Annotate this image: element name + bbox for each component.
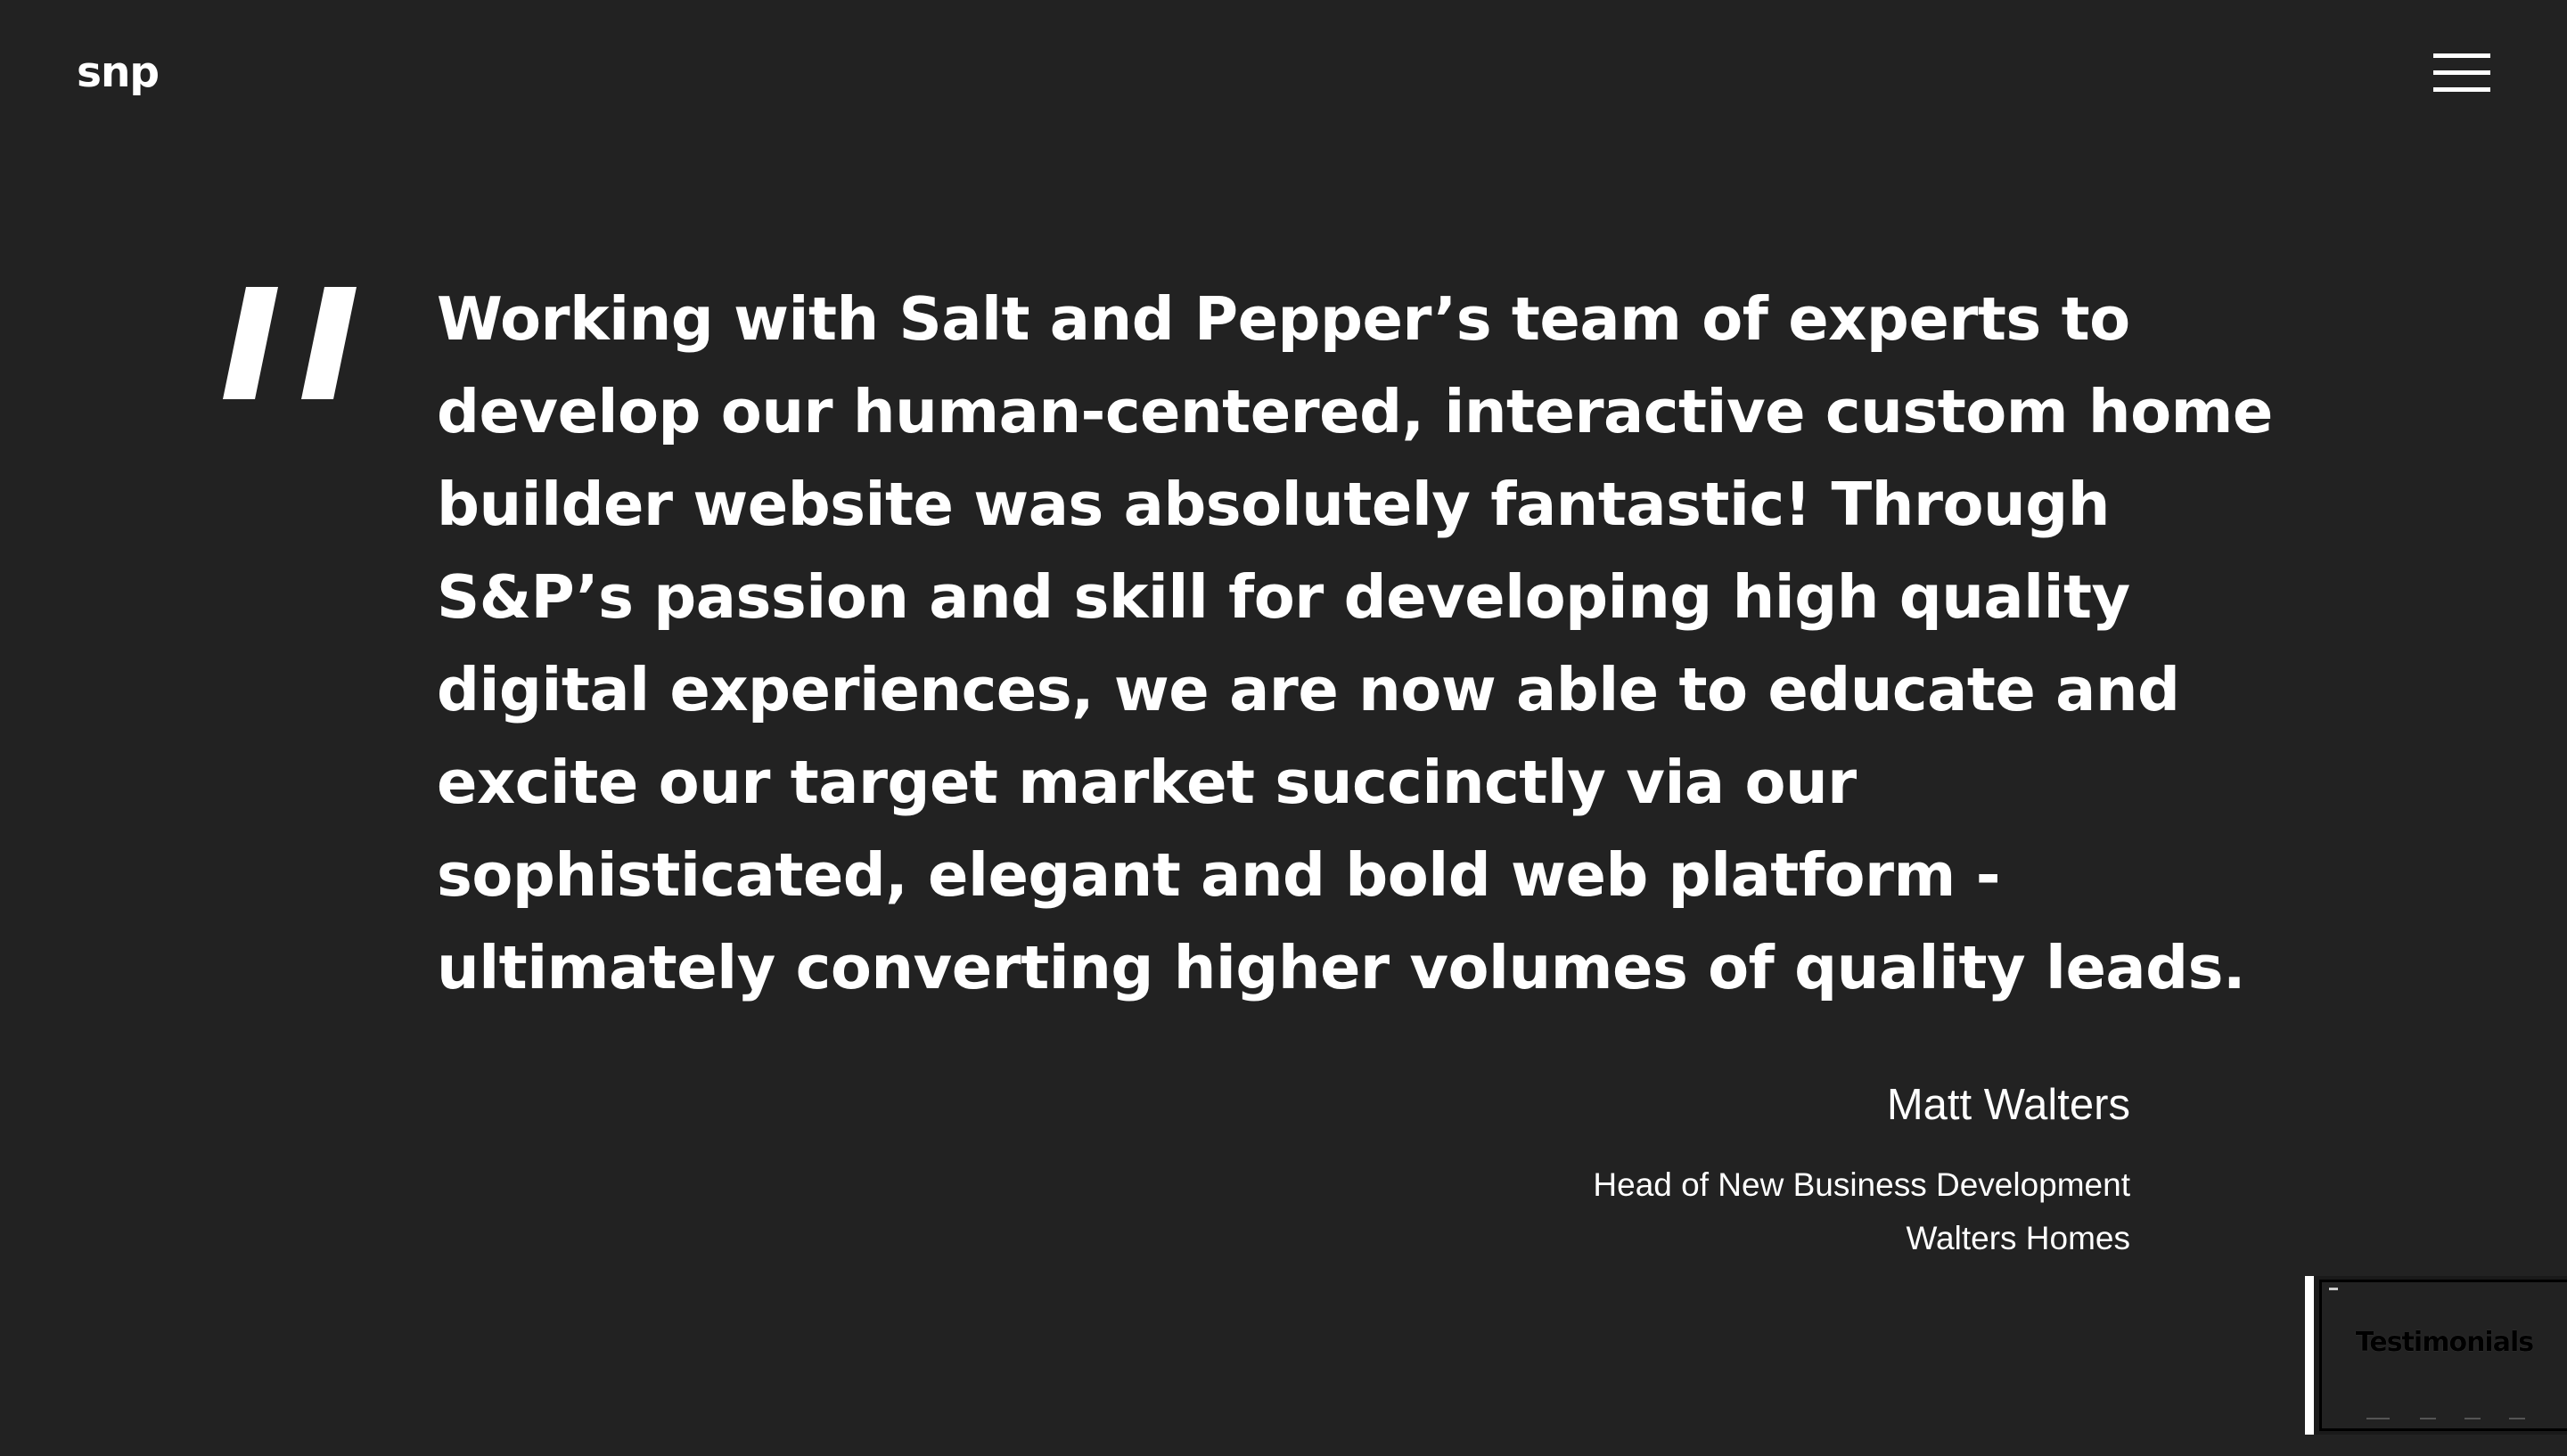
quote-line: Working with Salt and Pepper’s team of e… bbox=[437, 284, 2130, 354]
quote-line: digital experiences, we are now able to … bbox=[437, 655, 2180, 724]
thumbnail-title: Testimonials bbox=[2355, 1327, 2534, 1358]
author-company: Walters Homes bbox=[1906, 1220, 2130, 1256]
thumbnail-footer-mark bbox=[2420, 1418, 2436, 1419]
menu-bar-bottom bbox=[2433, 87, 2490, 92]
thumbnail-logo bbox=[2329, 1288, 2338, 1290]
menu-bar-top bbox=[2433, 53, 2490, 58]
quote-line: develop our human-centered, interactive … bbox=[437, 377, 2273, 446]
quotation-mark-icon bbox=[223, 287, 357, 399]
menu-button[interactable] bbox=[2433, 53, 2490, 94]
logo[interactable]: snp bbox=[77, 46, 160, 100]
thumbnail-footer-mark bbox=[2464, 1418, 2481, 1419]
author-role: Head of New Business Development bbox=[1593, 1166, 2130, 1203]
author-name: Matt Walters bbox=[1886, 1081, 2130, 1129]
quote-line: sophisticated, elegant and bold web plat… bbox=[437, 840, 2001, 910]
quote-line: builder website was absolutely fantastic… bbox=[437, 470, 2110, 539]
testimonial-quote: Working with Salt and Pepper’s team of e… bbox=[437, 273, 2273, 1014]
thumbnail-frame: Testimonials bbox=[2319, 1280, 2567, 1431]
quote-line: S&P’s passion and skill for developing h… bbox=[437, 562, 2130, 632]
thumbnail-footer-mark bbox=[2366, 1418, 2390, 1419]
quote-line: excite our target market succinctly via … bbox=[437, 748, 1857, 817]
quote-line: ultimately converting higher volumes of … bbox=[437, 933, 2245, 1002]
page-preview-thumbnail[interactable]: Testimonials bbox=[2305, 1276, 2567, 1435]
thumbnail-footer-mark bbox=[2509, 1418, 2525, 1419]
menu-bar-middle bbox=[2433, 70, 2490, 75]
